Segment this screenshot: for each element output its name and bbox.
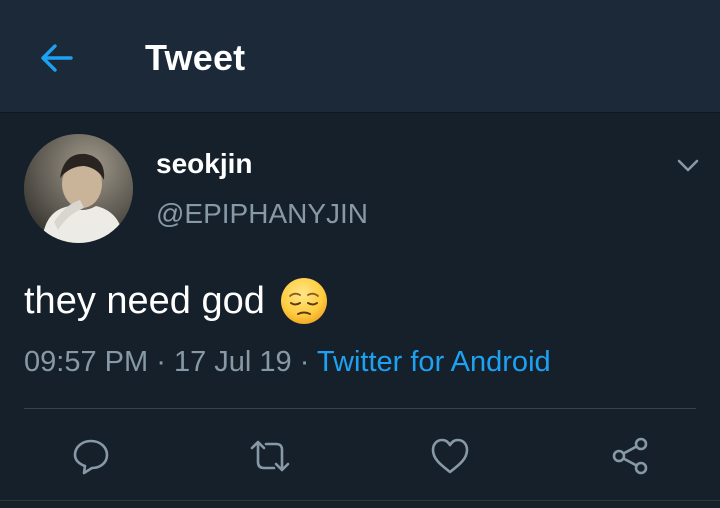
share-icon [612,437,648,475]
retweet-icon [250,440,290,472]
tweet-source-link[interactable]: Twitter for Android [317,346,551,378]
top-app-bar: Tweet [0,0,720,113]
heart-icon [431,438,469,474]
back-button[interactable] [34,36,78,80]
tweet-time: 09:57 PM [24,346,149,378]
tweet-detail-screen: Tweet seokjin @EPIPHANYJIN they need god [0,0,720,508]
arrow-left-icon [41,44,73,72]
reply-button[interactable] [69,434,113,478]
bottom-divider [0,500,720,501]
page-title: Tweet [145,37,246,78]
tweet-metadata: 09:57 PM · 17 Jul 19 · Twitter for Andro… [24,346,551,379]
profile-photo [24,134,133,243]
divider [24,408,696,409]
avatar[interactable] [24,134,133,243]
share-button[interactable] [608,434,652,478]
retweet-button[interactable] [248,434,292,478]
reply-icon [73,439,109,475]
tweet-date: 17 Jul 19 [173,346,292,378]
pensive-face-emoji [280,278,327,324]
separator: · [156,346,166,378]
like-button[interactable] [428,434,472,478]
tweet-body: they need god [24,276,329,326]
tweet-menu-button[interactable] [668,146,708,186]
tweet-text: they need god [24,279,265,322]
chevron-down-icon [677,159,699,172]
separator: · [299,346,310,378]
author-handle[interactable]: @EPIPHANYJIN [156,198,368,230]
author-display-name[interactable]: seokjin [156,148,252,180]
